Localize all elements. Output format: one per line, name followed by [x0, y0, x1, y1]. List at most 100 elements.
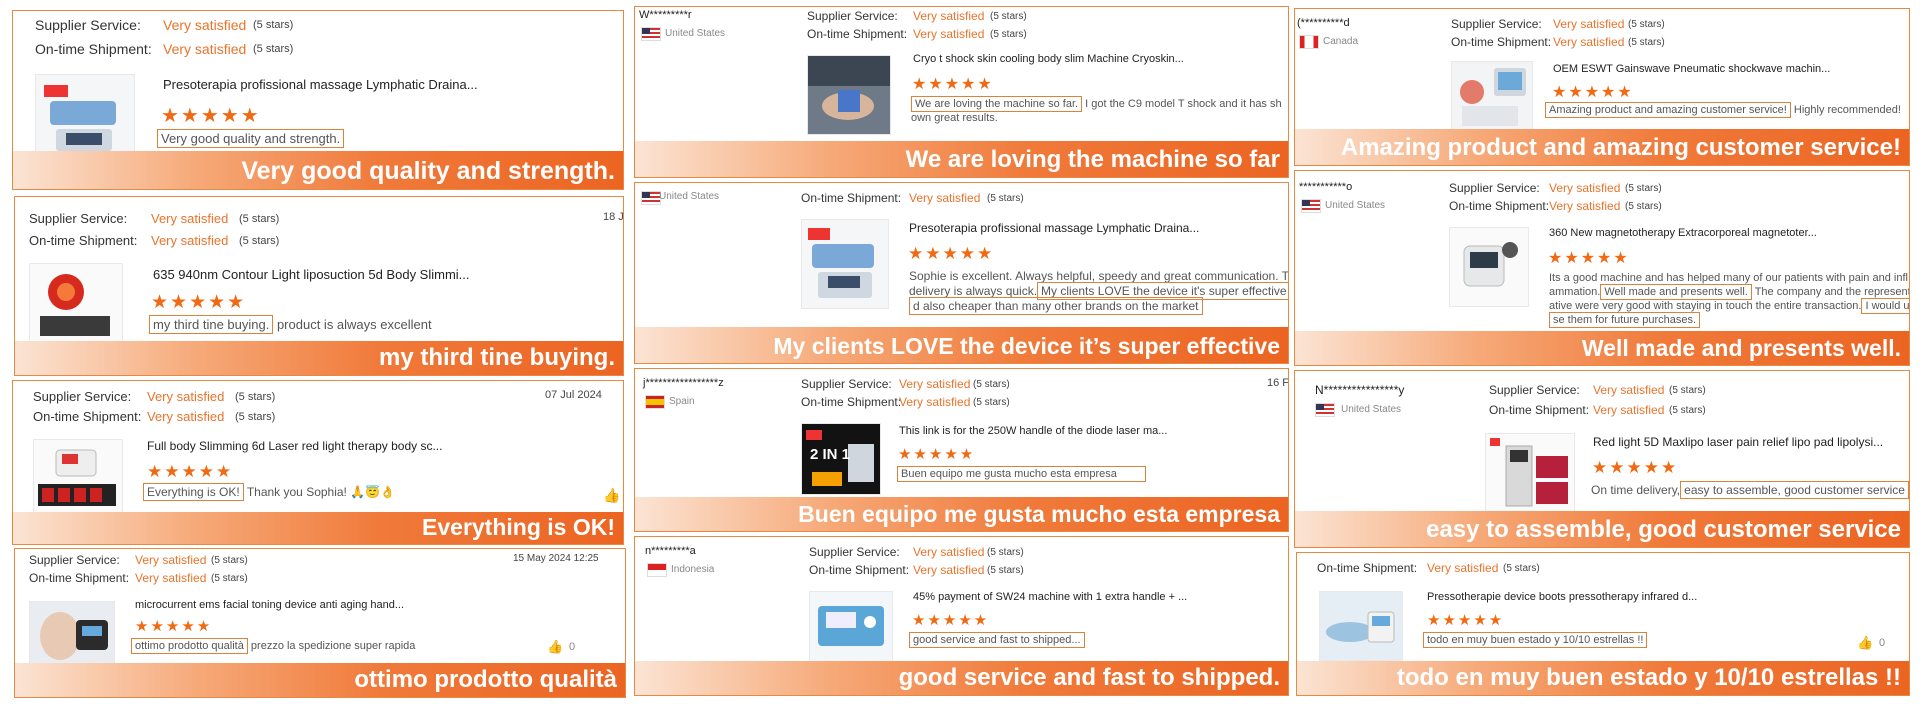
banner-text: ottimo prodotto qualità — [354, 666, 617, 693]
shipment-label: On-time Shipment: — [801, 395, 902, 409]
stars-count: (5 stars) — [211, 555, 248, 566]
banner-text: easy to assemble, good customer service — [1426, 516, 1901, 543]
product-image[interactable] — [801, 219, 889, 309]
product-title[interactable]: Full body Slimming 6d Laser red light th… — [147, 439, 442, 453]
review-intro: ammation. — [1549, 286, 1601, 298]
product-title[interactable]: 635 940nm Contour Light liposuction 5d B… — [153, 267, 470, 282]
product-image[interactable] — [807, 55, 891, 135]
review-continuation: own great results. — [911, 112, 998, 124]
review-date: 16 Fe — [1267, 377, 1289, 389]
reviewer-name: N****************y — [1315, 383, 1405, 397]
review-card: Supplier Service: Very satisfied (5 star… — [14, 196, 624, 376]
stars-count: (5 stars) — [990, 29, 1027, 40]
product-title[interactable]: OEM ESWT Gainswave Pneumatic shockwave m… — [1553, 63, 1830, 75]
star-rating: ★★★★★ — [912, 76, 994, 93]
star-rating: ★★★★★ — [908, 244, 995, 263]
stars-count: (5 stars) — [235, 391, 276, 403]
shipment-value: Very satisfied — [913, 563, 985, 577]
product-title[interactable]: Cryo t shock skin cooling body slim Mach… — [913, 53, 1184, 65]
supplier-service-label: Supplier Service: — [35, 17, 141, 33]
shipment-label: On-time Shipment: — [1317, 561, 1418, 575]
reviewer-name: W*********r — [639, 9, 692, 21]
review-continuation: I got the C9 model T shock and it has sh — [1082, 98, 1282, 110]
banner-text: Amazing product and amazing customer ser… — [1340, 134, 1901, 161]
product-title[interactable]: This link is for the 250W handle of the … — [899, 425, 1167, 437]
supplier-service-value: Very satisfied — [1549, 181, 1621, 195]
country-name: Spain — [669, 396, 695, 407]
product-title[interactable]: Presoterapia profissional massage Lympha… — [909, 221, 1199, 235]
supplier-service-value: Very satisfied — [913, 545, 985, 559]
stars-count: (5 stars) — [973, 379, 1010, 390]
review-text: Sophie is excellent. Always helpful, spe… — [909, 269, 1289, 315]
supplier-service-label: Supplier Service: — [801, 377, 892, 391]
review-highlight: Well made and presents well. — [1600, 284, 1752, 300]
reviewer-name: j*****************z — [643, 377, 724, 389]
review-intro: Sophie is excellent. Always helpful, spe… — [909, 269, 1289, 283]
review-card: Supplier Service: Very satisfied (5 star… — [14, 548, 626, 698]
product-image[interactable] — [1451, 61, 1533, 133]
review-banner: Everything is OK! — [13, 512, 623, 544]
thumbs-up-icon[interactable]: 👍 — [1857, 635, 1873, 651]
us-flag-icon — [641, 191, 661, 205]
shipment-value: Very satisfied — [1427, 561, 1499, 575]
stars-count: (5 stars) — [211, 573, 248, 584]
shipment-value: Very satisfied — [1549, 199, 1621, 213]
product-image[interactable] — [29, 263, 123, 343]
review-banner: Buen equipo me gusta mucho esta empresa — [635, 497, 1288, 531]
review-banner: We are loving the machine so far — [635, 141, 1288, 177]
shipment-value: Very satisfied — [899, 395, 971, 409]
us-flag-icon — [641, 27, 661, 41]
stars-count: (5 stars) — [1503, 563, 1540, 574]
product-title[interactable]: microcurrent ems facial toning device an… — [135, 599, 404, 611]
shipment-value: Very satisfied — [147, 409, 225, 424]
supplier-service-label: Supplier Service: — [29, 553, 120, 567]
review-highlight: Everything is OK! — [143, 483, 244, 501]
product-image[interactable] — [1319, 591, 1403, 661]
product-title[interactable]: 360 New magnetotherapy Extracorporeal ma… — [1549, 227, 1817, 239]
star-rating: ★★★★★ — [147, 462, 234, 481]
review-highlight: Amazing product and amazing customer ser… — [1545, 102, 1791, 118]
product-title[interactable]: Presoterapia profissional massage Lympha… — [163, 77, 478, 92]
reviewer-name: ***********o — [1299, 181, 1353, 193]
shipment-label: On-time Shipment: — [801, 191, 902, 205]
review-card: N****************y United States Supplie… — [1294, 370, 1910, 548]
shipment-label: On-time Shipment: — [33, 409, 142, 424]
review-highlight: se them for future purchases. — [1549, 312, 1701, 328]
product-image[interactable] — [1449, 227, 1529, 307]
country-name: United States — [665, 28, 726, 39]
stars-count: (5 stars) — [1669, 405, 1706, 416]
review-text: We are loving the machine so far. I got … — [911, 96, 1288, 125]
supplier-service-value: Very satisfied — [913, 9, 985, 23]
product-image[interactable] — [33, 439, 123, 513]
star-rating: ★★★★★ — [1552, 84, 1634, 101]
product-image[interactable] — [1485, 433, 1575, 517]
stars-count: (5 stars) — [253, 19, 294, 31]
review-card: W*********r United States Supplier Servi… — [634, 6, 1289, 178]
supplier-service-label: Supplier Service: — [33, 389, 132, 404]
review-banner: easy to assemble, good customer service — [1295, 511, 1909, 547]
banner-text: Very good quality and strength. — [241, 157, 615, 185]
stars-count: (5 stars) — [987, 193, 1024, 204]
product-title[interactable]: 45% payment of SW24 machine with 1 extra… — [913, 591, 1187, 603]
product-title[interactable]: Pressotherapie device boots pressotherap… — [1427, 591, 1697, 603]
thumbs-up-icon[interactable]: 👍 — [603, 487, 620, 504]
supplier-service-label: Supplier Service: — [1449, 181, 1540, 195]
product-title[interactable]: Red light 5D Maxlipo laser pain relief l… — [1593, 435, 1883, 449]
review-continuation: ative were very good with staying in tou… — [1549, 300, 1862, 312]
like-count: 0 — [569, 641, 576, 653]
star-rating: ★★★★★ — [898, 446, 976, 463]
stars-count: (5 stars) — [1625, 183, 1662, 194]
review-highlight: ottimo prodotto qualità — [131, 638, 248, 654]
like-count: 0 — [1879, 637, 1886, 649]
review-intro: Its a good machine and has helped many o… — [1549, 272, 1908, 284]
stars-count: (5 stars) — [1625, 201, 1662, 212]
review-text: Very good quality and strength. — [157, 129, 345, 148]
thumbs-up-icon[interactable]: 👍 — [547, 639, 563, 655]
review-highlight: my third tine buying. — [149, 315, 274, 334]
product-image[interactable] — [809, 591, 893, 663]
product-image[interactable] — [29, 601, 115, 669]
us-flag-icon — [1301, 199, 1321, 213]
product-image[interactable]: 2 IN 1 — [801, 423, 881, 495]
shipment-label: On-time Shipment: — [1449, 199, 1550, 213]
review-continuation: The company and the represent — [1751, 286, 1910, 298]
